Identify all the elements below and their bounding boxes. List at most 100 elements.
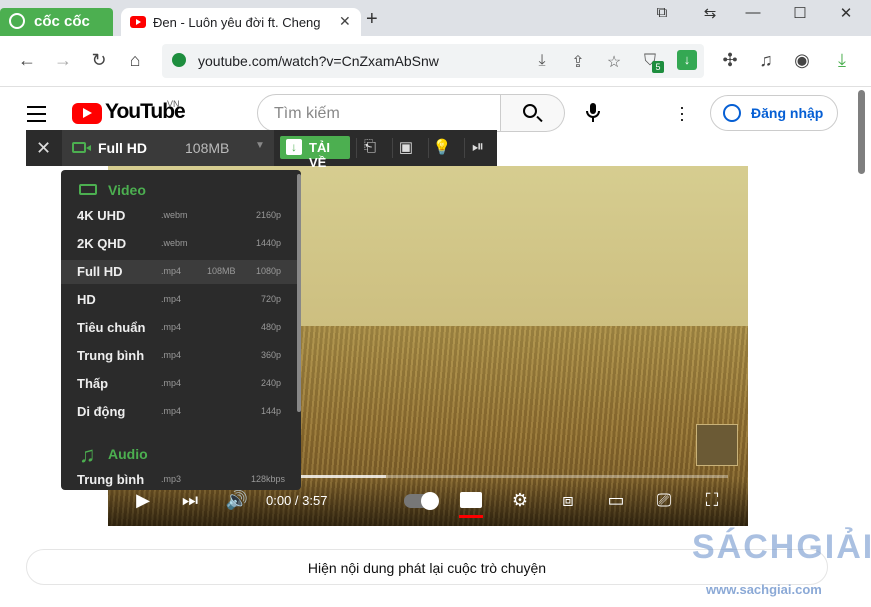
time-display: 0:00 / 3:57 bbox=[266, 493, 328, 508]
minimize-button[interactable]: — bbox=[733, 4, 773, 21]
quality-option-label: 4K UHD bbox=[77, 208, 126, 223]
screenshot-icon[interactable]: ⧉ bbox=[642, 4, 682, 21]
selected-quality-label: Full HD bbox=[98, 140, 147, 156]
region-label: VN bbox=[167, 99, 180, 109]
tab-close-icon[interactable]: ✕ bbox=[339, 13, 351, 30]
quality-select[interactable]: Full HD 108MB ▼ bbox=[62, 130, 274, 166]
download-label: TẢI VỀ bbox=[309, 140, 330, 170]
music-icon[interactable]: ♫ bbox=[754, 50, 778, 71]
quality-option-format: .mp4 bbox=[161, 378, 182, 388]
quality-option-resolution: 128kbps bbox=[251, 474, 286, 484]
next-icon[interactable]: ⏭ bbox=[176, 490, 204, 511]
settings-gear-icon[interactable]: ⚙ bbox=[506, 490, 534, 511]
quality-option[interactable]: Trung bình .mp3 128kbps bbox=[61, 468, 297, 490]
quality-option-resolution: 480p bbox=[260, 322, 281, 332]
url-text: youtube.com/watch?v=CnZxamAbSnw bbox=[198, 53, 439, 69]
downloader-bar: ✕ Full HD 108MB ▼ ↓ TẢI VỀ ⎗ ▣ 💡 ⏯ bbox=[26, 130, 497, 170]
tab-active[interactable]: Đen - Luôn yêu đời ft. Cheng ✕ bbox=[121, 8, 361, 36]
miniplayer-icon[interactable]: ⧈ bbox=[554, 490, 582, 511]
back-icon[interactable]: ← bbox=[15, 50, 39, 71]
brand-label: cốc cốc bbox=[34, 13, 90, 30]
account-icon bbox=[723, 104, 741, 122]
tab-search-icon[interactable]: ⇆ bbox=[690, 4, 730, 22]
youtube-logo-icon[interactable] bbox=[72, 103, 102, 124]
home-icon[interactable]: ⌂ bbox=[123, 50, 147, 71]
signin-label: Đăng nhập bbox=[751, 105, 824, 121]
quality-option-label: 2K QHD bbox=[77, 236, 127, 251]
forward-icon[interactable]: → bbox=[51, 50, 75, 71]
downloader-close-icon[interactable]: ✕ bbox=[36, 138, 51, 159]
subtitles-icon[interactable] bbox=[460, 492, 482, 508]
video-section-title: Video bbox=[108, 182, 146, 198]
selected-quality-size: 108MB bbox=[185, 140, 230, 156]
share-icon[interactable]: ⇪ bbox=[567, 52, 589, 72]
video-section-icon bbox=[79, 184, 97, 195]
quality-option-label: Trung bình bbox=[77, 472, 145, 487]
dropdown-scrollbar[interactable] bbox=[297, 174, 301, 412]
fullscreen-icon[interactable]: ⛶ bbox=[698, 490, 726, 511]
quality-option[interactable]: Di động .mp4 144p bbox=[61, 400, 297, 424]
more-options-icon[interactable]: · · · bbox=[673, 98, 691, 128]
reload-icon[interactable]: ↻ bbox=[87, 50, 111, 71]
maximize-button[interactable]: ☐ bbox=[780, 4, 820, 22]
quality-option-resolution: 1440p bbox=[255, 238, 281, 248]
autoplay-toggle[interactable] bbox=[404, 492, 439, 510]
lightbulb-icon[interactable]: 💡 bbox=[428, 138, 455, 158]
search-button[interactable] bbox=[501, 94, 565, 132]
search-icon bbox=[523, 104, 537, 118]
download-button[interactable]: ↓ TẢI VỀ bbox=[280, 136, 350, 170]
coccoc-brand-button[interactable]: cốc cốc bbox=[0, 8, 113, 36]
quality-option-format: .mp4 bbox=[161, 350, 182, 360]
microphone-icon[interactable] bbox=[585, 102, 601, 124]
skip-icon[interactable]: ⏯ bbox=[464, 138, 491, 158]
close-window-button[interactable]: ✕ bbox=[826, 4, 866, 22]
address-bar[interactable]: youtube.com/watch?v=CnZxamAbSnw ⤓ ⇪ ☆ ⛉ … bbox=[162, 44, 704, 78]
quality-option-resolution: 720p bbox=[260, 294, 281, 304]
secure-lock-icon bbox=[172, 53, 186, 67]
profile-icon[interactable]: ◉ bbox=[790, 50, 814, 71]
quality-option-resolution: 2160p bbox=[255, 210, 281, 220]
theater-mode-icon[interactable]: ▭ bbox=[602, 490, 630, 511]
quality-option-label: Di động bbox=[77, 404, 126, 419]
download-arrow-icon: ↓ bbox=[286, 139, 302, 155]
pip-icon[interactable]: ▣ bbox=[392, 138, 419, 158]
quality-option-label: Trung bình bbox=[77, 348, 145, 363]
quality-option-format: .webm bbox=[161, 210, 188, 220]
play-icon[interactable]: ▶ bbox=[129, 490, 157, 511]
quality-option-resolution: 1080p bbox=[255, 266, 281, 276]
cast-icon[interactable]: ⎚ bbox=[650, 490, 678, 511]
quality-option[interactable]: Trung bình .mp4 360p bbox=[61, 344, 297, 368]
quality-dropdown: Video ♫ Audio 4K UHD .webm 2160p 2K QHD .web… bbox=[61, 170, 301, 490]
page-download-icon[interactable]: ⤓ bbox=[531, 52, 553, 70]
subtitles-active-indicator bbox=[459, 515, 483, 518]
adblock-count-badge: 5 bbox=[652, 61, 664, 73]
quality-option[interactable]: HD .mp4 720p bbox=[61, 288, 297, 312]
menu-hamburger-icon[interactable] bbox=[27, 106, 46, 127]
quality-option-format: .mp3 bbox=[161, 474, 182, 484]
quality-option-format: .mp4 bbox=[161, 322, 182, 332]
bookmark-star-icon[interactable]: ☆ bbox=[603, 52, 625, 72]
quality-option-size: 108MB bbox=[207, 266, 236, 276]
new-tab-button[interactable]: + bbox=[366, 8, 378, 31]
signin-button[interactable]: Đăng nhập bbox=[710, 95, 838, 131]
page-scrollbar[interactable] bbox=[858, 90, 865, 174]
search-input[interactable]: Tìm kiếm bbox=[257, 94, 501, 132]
audio-section-title: Audio bbox=[108, 446, 148, 462]
quality-option[interactable]: Thấp .mp4 240p bbox=[61, 372, 297, 396]
downloads-icon[interactable]: ⤓ bbox=[830, 50, 854, 71]
quality-option-format: .mp4 bbox=[161, 294, 182, 304]
quality-option[interactable]: Full HD .mp4 108MB 1080p bbox=[61, 260, 297, 284]
tab-strip: cốc cốc Đen - Luôn yêu đời ft. Cheng ✕ +… bbox=[0, 0, 871, 36]
quality-option[interactable]: Tiêu chuẩn .mp4 480p bbox=[61, 316, 297, 340]
audio-section-icon: ♫ bbox=[79, 442, 96, 467]
channel-thumbnail[interactable] bbox=[696, 424, 738, 466]
quality-option-resolution: 360p bbox=[260, 350, 281, 360]
quality-option[interactable]: 4K UHD .webm 2160p bbox=[61, 204, 297, 228]
quality-option-label: Full HD bbox=[77, 264, 123, 279]
volume-icon[interactable]: 🔊 bbox=[223, 490, 251, 511]
clip-icon[interactable]: ⎗ bbox=[356, 138, 383, 158]
quality-option[interactable]: 2K QHD .webm 1440p bbox=[61, 232, 297, 256]
extensions-icon[interactable]: ✣ bbox=[718, 50, 742, 71]
watermark-logo: SÁCHGIẢI bbox=[692, 528, 871, 566]
savior-download-icon[interactable]: ↓ bbox=[677, 50, 697, 70]
